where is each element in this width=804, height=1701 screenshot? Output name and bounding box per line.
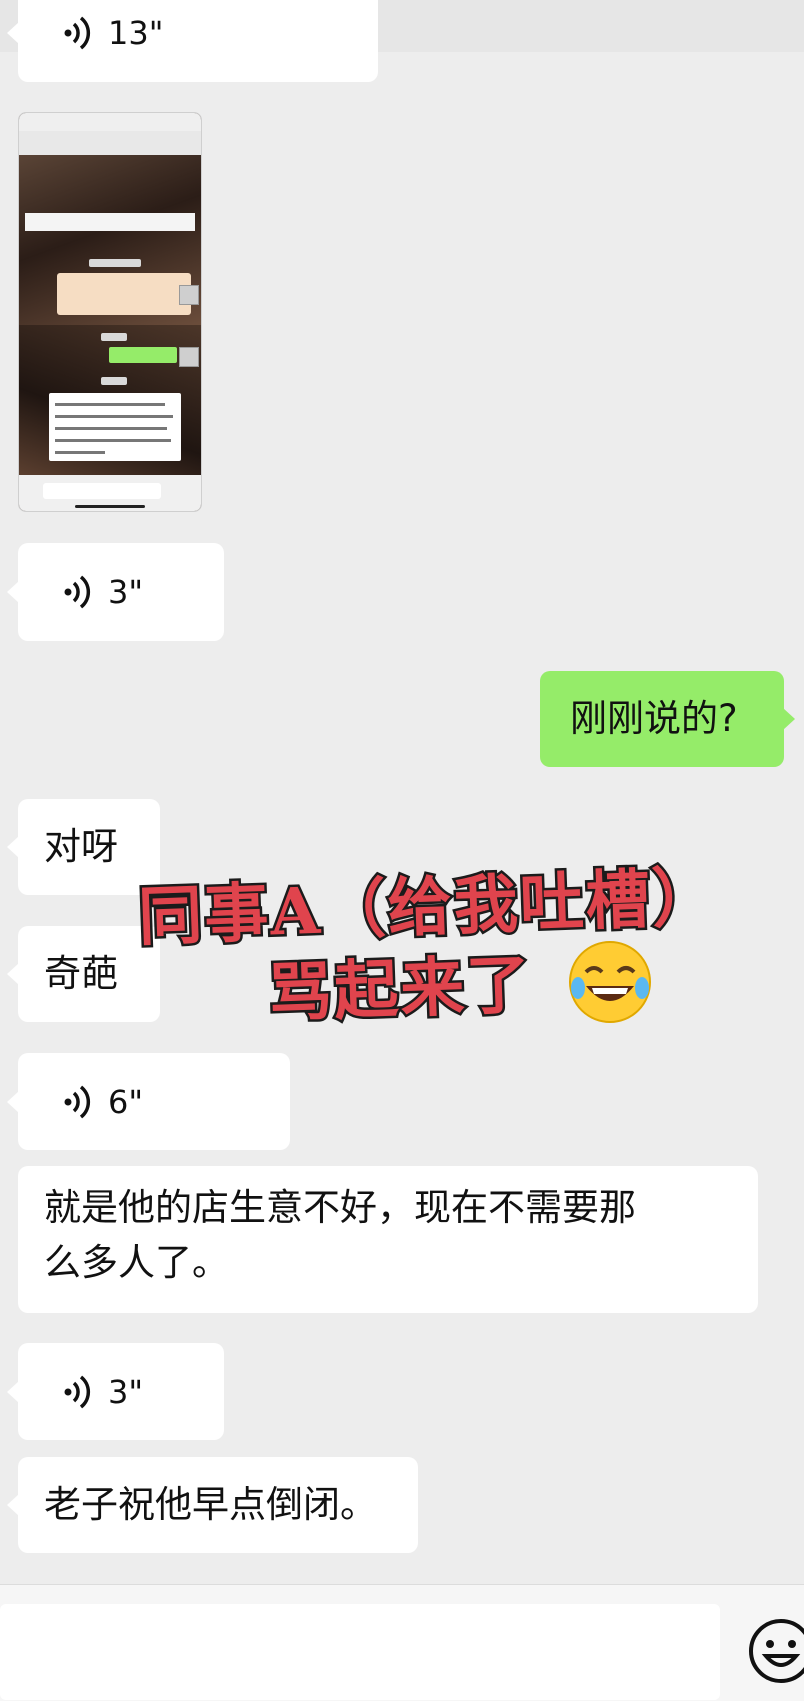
message-text-line: 就是他的店生意不好，现在不需要那 (44, 1186, 636, 1229)
thumb-nav-bar (19, 131, 201, 155)
voice-wave-icon (64, 1085, 91, 1118)
thumb-text-line (55, 451, 105, 454)
voice-message[interactable]: 6" (7, 1053, 290, 1150)
thumb-status-bar (19, 113, 201, 131)
thumb-avatar (179, 347, 199, 367)
voice-duration: 6" (108, 1082, 144, 1121)
voice-wave-icon (64, 575, 91, 609)
laughing-tears-emoji (569, 941, 651, 1023)
message-text: 老子祝他早点倒闭。 (44, 1483, 377, 1526)
thumb-home-indicator (75, 505, 145, 508)
overlay-caption-line2: 骂起来了 (264, 945, 535, 1034)
received-text-message[interactable]: 就是他的店生意不好，现在不需要那 么多人了。 (18, 1166, 758, 1313)
thumb-text-line (55, 403, 165, 406)
screenshot-image-message[interactable] (18, 112, 202, 512)
thumb-time-pill (101, 333, 127, 341)
message-text: 刚刚说的? (570, 697, 738, 740)
voice-wave-icon (64, 1375, 91, 1408)
thumb-text-line (55, 427, 167, 430)
voice-wave-icon (64, 16, 91, 50)
voice-message[interactable]: 3" (7, 543, 224, 641)
thumb-text-line (55, 415, 173, 418)
voice-duration: 3" (108, 573, 144, 611)
message-text: 对呀 (44, 825, 118, 868)
thumb-transfer-card (57, 273, 191, 315)
thumb-avatar (179, 285, 199, 305)
thumb-text-line (55, 439, 171, 442)
thumb-input-box (43, 483, 161, 499)
voice-duration: 3" (108, 1372, 144, 1411)
thumb-time-pill (89, 259, 141, 267)
voice-message[interactable]: 3" (7, 1343, 224, 1440)
received-text-message[interactable]: 老子祝他早点倒闭。 (7, 1457, 418, 1553)
message-text-line: 么多人了。 (44, 1241, 229, 1284)
voice-duration: 13" (108, 14, 164, 52)
thumb-sent-bubble (109, 347, 177, 363)
message-input[interactable] (0, 1604, 720, 1700)
sent-text-message[interactable]: 刚刚说的? (540, 671, 795, 767)
voice-message[interactable]: 13" (7, 0, 378, 82)
thumb-popup-header (25, 213, 195, 231)
message-text: 奇葩 (44, 952, 118, 995)
smiley-face-icon[interactable] (746, 1616, 804, 1686)
thumb-time-pill (101, 377, 127, 385)
